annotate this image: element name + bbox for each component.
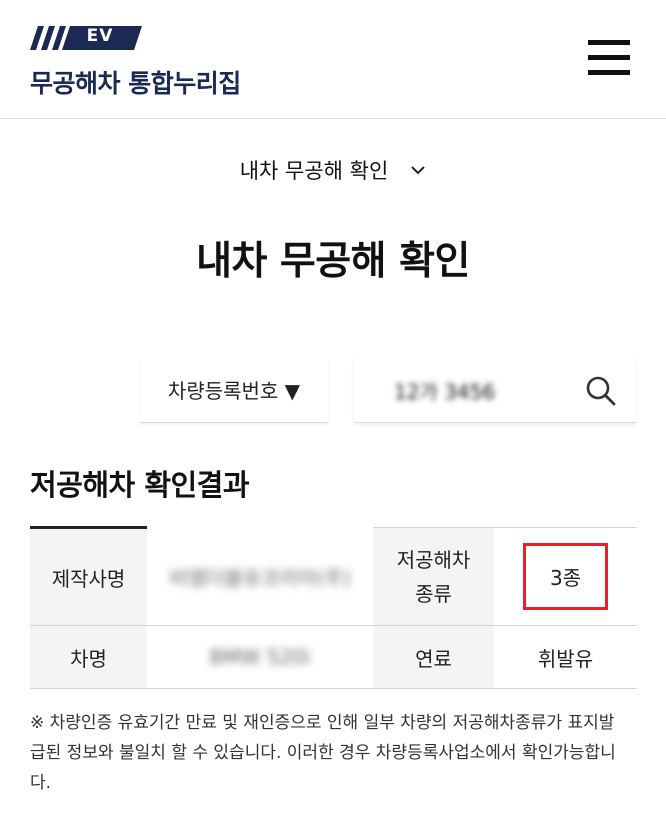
notice-text: ※ 차량인증 유효기간 만료 및 재인증으로 인해 일부 차량의 저공해차종류가… (30, 713, 616, 793)
page-title: 내차 무공해 확인 (196, 239, 470, 284)
car-name-label: 차명 (30, 625, 147, 689)
header: EV 무공해차 통합누리집 (0, 0, 666, 119)
table-row: 제작사명 비엠더블유코리아(주) 저공해차 종류 3종 (30, 526, 637, 626)
hamburger-menu-button[interactable] (588, 40, 630, 76)
fuel-label: 연료 (373, 625, 494, 689)
search-input[interactable] (392, 374, 536, 406)
search-type-select[interactable]: 차량등록번호 ▼ (140, 356, 328, 423)
car-name-value: BMW 520i (147, 625, 373, 689)
search-type-label: 차량등록번호 ▼ (167, 378, 301, 403)
result-title: 저공해차 확인결과 (30, 468, 250, 502)
manufacturer-value-text: 비엠더블유코리아(주) (169, 566, 351, 590)
search-icon[interactable] (584, 374, 618, 408)
chevron-down-icon (411, 166, 426, 175)
emission-type-highlight: 3종 (522, 543, 609, 610)
emission-type-label-line2: 종류 (415, 581, 452, 606)
emission-type-value: 3종 (494, 527, 637, 626)
emission-type-label: 저공해차 종류 (373, 527, 494, 626)
ev-badge: EV (86, 26, 114, 46)
manufacturer-label: 제작사명 (30, 526, 147, 626)
manufacturer-value: 비엠더블유코리아(주) (147, 527, 373, 626)
emission-type-label-line1: 저공해차 (396, 547, 471, 572)
site-title: 무공해차 통합누리집 (30, 69, 241, 98)
car-name-value-text: BMW 520i (209, 645, 311, 669)
result-table: 제작사명 비엠더블유코리아(주) 저공해차 종류 3종 차명 BMW 520i … (30, 526, 637, 689)
table-row: 차명 BMW 520i 연료 휘발유 (30, 625, 637, 689)
fuel-value: 휘발유 (494, 625, 637, 689)
page-dropdown-label: 내차 무공해 확인 (239, 159, 389, 183)
page-dropdown[interactable]: 내차 무공해 확인 (0, 152, 666, 188)
